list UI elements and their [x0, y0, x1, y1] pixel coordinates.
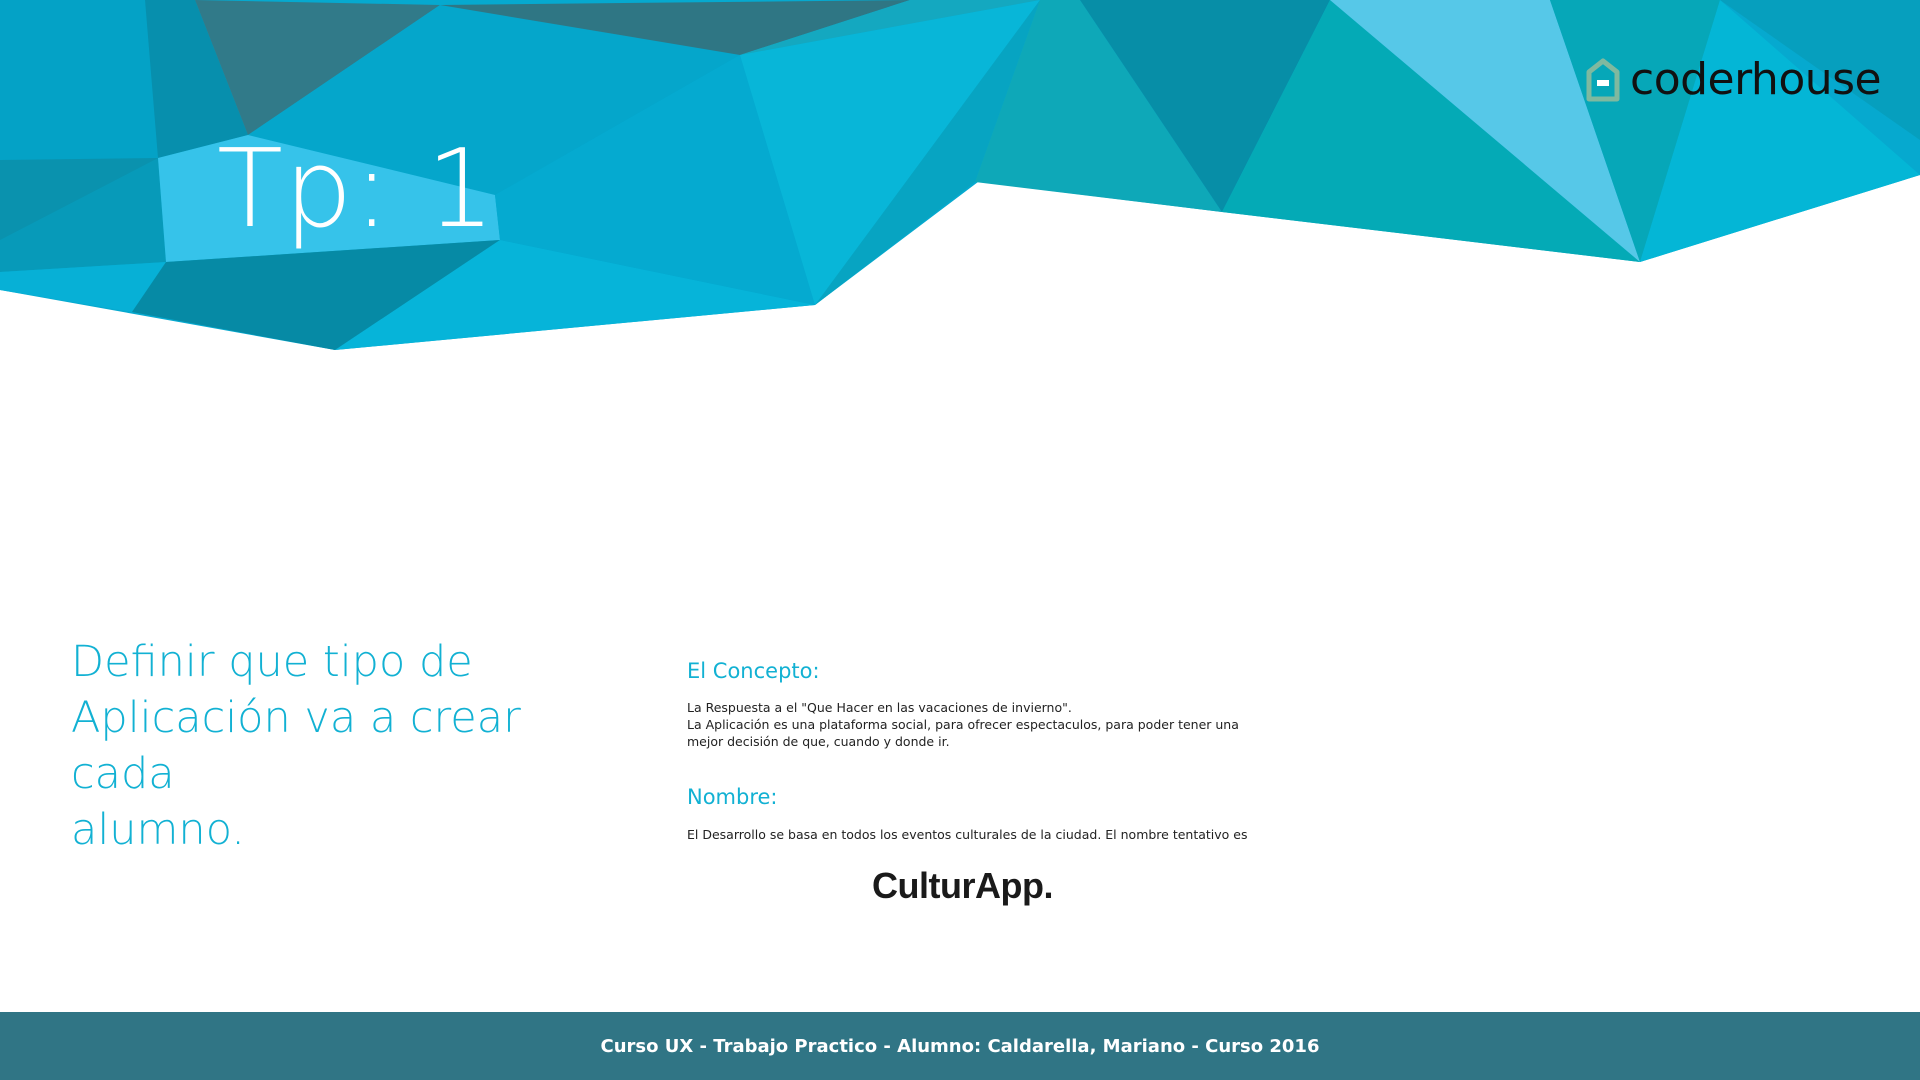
name-text: El Desarrollo se basa en todos los event…	[687, 827, 1248, 842]
slide-title: Tp: 1	[217, 127, 496, 252]
name-label: Nombre:	[687, 785, 778, 809]
app-name: CulturApp.	[872, 865, 1053, 906]
concept-text: La Respuesta a el "Que Hacer en las vaca…	[687, 699, 1239, 750]
heading-line: Aplicación va a crear cada	[71, 693, 521, 799]
footer-bar: Curso UX - Trabajo Practico - Alumno: Ca…	[0, 1012, 1920, 1080]
heading-line: Definir que tipo de	[71, 637, 473, 687]
coderhouse-logo: coderhouse	[1586, 54, 1882, 105]
footer-text: Curso UX - Trabajo Practico - Alumno: Ca…	[600, 1035, 1320, 1057]
house-outline-icon	[1586, 58, 1620, 102]
concept-line: La Aplicación es una plataforma social, …	[687, 717, 1239, 732]
concept-line: mejor decisión de que, cuando y donde ir…	[687, 734, 950, 749]
logo-wordmark: coderhouse	[1630, 54, 1882, 105]
concept-line: La Respuesta a el "Que Hacer en las vaca…	[687, 700, 1072, 715]
assignment-heading: Definir que tipo de Aplicación va a crea…	[71, 634, 631, 858]
concept-label: El Concepto:	[687, 659, 820, 683]
heading-line: alumno.	[71, 805, 245, 855]
